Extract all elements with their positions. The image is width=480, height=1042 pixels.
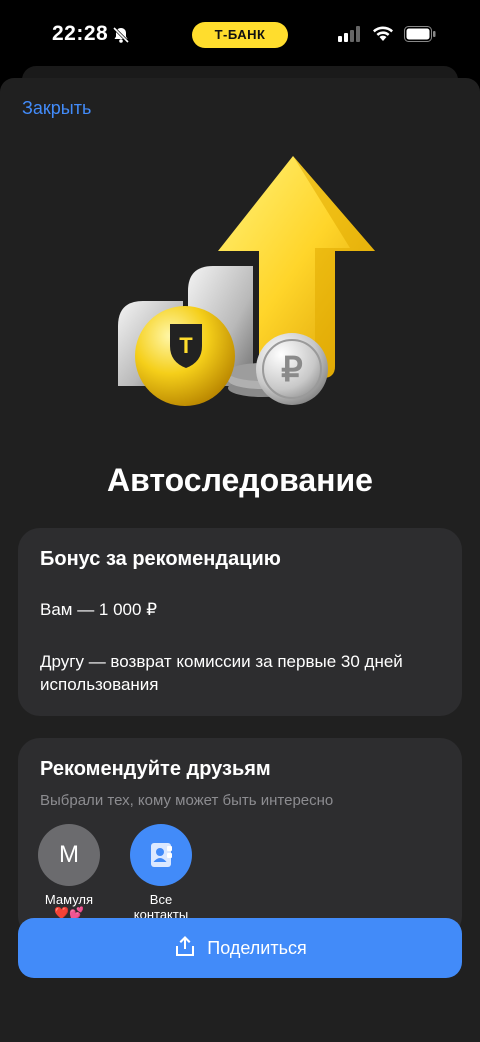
bank-pill: Т-БАНК [192,22,288,48]
contact-name: Мамуля [44,892,94,907]
avatar-initial: М [59,841,79,868]
share-upload-icon [173,934,197,963]
share-button-label: Поделиться [207,937,307,958]
avatar: М [38,824,100,886]
contacts-book-icon [130,824,192,886]
bonus-friend-text: Другу — возврат комиссии за первые 30 дн… [40,652,403,694]
bonus-you-text: Вам — 1 000 ₽ [40,600,158,619]
svg-text:T: T [179,333,193,358]
recommend-card-title: Рекомендуйте друзьям [40,758,271,780]
all-contacts-item[interactable]: Все контакты [116,824,206,922]
close-link[interactable]: Закрыть [22,98,91,119]
bonus-card: Бонус за рекомендацию Вам — 1 000 ₽ Друг… [18,528,462,716]
battery-icon [404,26,436,47]
contact-item[interactable]: М Мамуля ❤️💕 [24,824,114,919]
recommend-card: Рекомендуйте друзьям Выбрали тех, кому м… [18,738,462,938]
svg-text:₽: ₽ [281,351,303,389]
bottom-sheet: Закрыть T ₽ Автоследование Бонус за реко… [0,78,480,1042]
share-button[interactable]: Поделиться [18,918,462,978]
status-bar: 22:28 Т-БАНК [0,0,480,72]
status-time: 22:28 [52,22,109,45]
wifi-icon [372,26,394,47]
status-icons [338,26,436,47]
all-contacts-label-line1: Все [149,892,173,907]
hero-illustration: T ₽ [110,156,380,426]
signal-icon [338,26,362,47]
recommend-card-subtitle: Выбрали тех, кому может быть интересно [40,792,334,809]
bonus-card-title: Бонус за рекомендацию [40,548,281,570]
page-title: Автоследование [107,462,373,498]
bell-slash-icon [112,26,130,49]
